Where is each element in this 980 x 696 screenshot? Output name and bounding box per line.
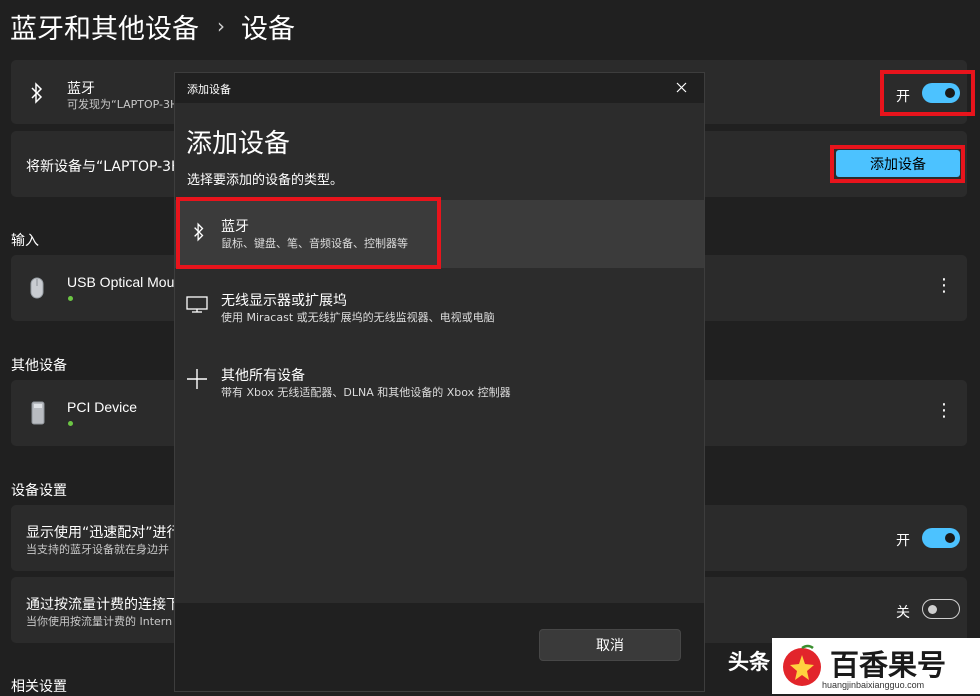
- metered-toggle[interactable]: [922, 599, 960, 619]
- add-device-dialog: 添加设备 添加设备 选择要添加的设备的类型。 蓝牙 鼠标、键盘、笔、音频设备、控…: [174, 72, 705, 692]
- breadcrumb: 蓝牙和其他设备 › 设备: [10, 6, 295, 46]
- option-wireless-subtitle: 使用 Miracast 或无线扩展坞的无线监视器、电视或电脑: [221, 311, 495, 324]
- mouse-icon: [30, 277, 44, 299]
- metered-subtitle: 当你使用按流量计费的 Intern: [26, 615, 173, 628]
- dialog-footer: 取消: [175, 603, 704, 691]
- mouse-status-dot: [68, 296, 73, 301]
- section-input: 输入: [11, 233, 39, 249]
- dialog-description: 选择要添加的设备的类型。: [187, 173, 344, 188]
- dialog-heading: 添加设备: [186, 129, 291, 159]
- breadcrumb-separator: ›: [217, 14, 225, 38]
- dialog-title-bar: 添加设备: [175, 73, 704, 103]
- option-wireless-title: 无线显示器或扩展坞: [221, 293, 347, 309]
- section-other-devices: 其他设备: [11, 358, 67, 374]
- pci-status-dot: [68, 421, 73, 426]
- plus-icon: [187, 369, 207, 389]
- metered-title: 通过按流量计费的连接下: [26, 597, 180, 613]
- page-title: 设备: [241, 13, 295, 45]
- passion-fruit-icon: [783, 644, 821, 686]
- monitor-icon: [186, 296, 208, 313]
- bluetooth-toggle[interactable]: [922, 83, 960, 103]
- option-everything-subtitle: 带有 Xbox 无线适配器、DLNA 和其他设备的 Xbox 控制器: [221, 386, 511, 399]
- bluetooth-icon: [31, 82, 43, 104]
- option-everything-title: 其他所有设备: [221, 368, 305, 384]
- pci-more-icon[interactable]: ⋮: [935, 400, 953, 421]
- cancel-button[interactable]: 取消: [539, 629, 681, 661]
- pci-device-name: PCI Device: [67, 399, 138, 415]
- watermark-url: huangjinbaixiangguo.com: [822, 680, 925, 690]
- option-wireless-display[interactable]: 无线显示器或扩展坞 使用 Miracast 或无线扩展坞的无线监视器、电视或电脑: [175, 274, 704, 342]
- mouse-more-icon[interactable]: ⋮: [935, 275, 953, 296]
- watermark-brand: 百香果号: [830, 648, 947, 682]
- swift-pair-title: 显示使用“迅速配对”进行: [26, 525, 181, 541]
- bluetooth-subtitle: 可发现为“LAPTOP-3H: [67, 98, 179, 111]
- breadcrumb-parent[interactable]: 蓝牙和其他设备: [10, 7, 199, 46]
- swift-pair-subtitle: 当支持的蓝牙设备就在身边并: [26, 543, 169, 556]
- swift-pair-toggle[interactable]: [922, 528, 960, 548]
- section-related-settings: 相关设置: [11, 679, 67, 695]
- section-device-settings: 设备设置: [11, 483, 67, 499]
- close-icon[interactable]: [676, 82, 687, 93]
- bluetooth-title: 蓝牙: [67, 81, 95, 97]
- metered-state-label: 关: [896, 605, 910, 621]
- bluetooth-state-label: 开: [896, 89, 910, 105]
- option-bluetooth-highlight: [176, 197, 441, 269]
- swift-pair-state-label: 开: [896, 533, 910, 549]
- pci-device-icon: [31, 401, 45, 425]
- watermark-partial-text: 头条: [728, 650, 770, 674]
- dialog-window-title: 添加设备: [187, 83, 231, 96]
- pair-device-text: 将新设备与“LAPTOP-3HV: [26, 159, 192, 175]
- add-device-button[interactable]: 添加设备: [836, 150, 960, 177]
- mouse-device-name: USB Optical Mous: [67, 274, 182, 290]
- watermark-logo: 百香果号 huangjinbaixiangguo.com: [772, 638, 980, 694]
- option-everything-else[interactable]: 其他所有设备 带有 Xbox 无线适配器、DLNA 和其他设备的 Xbox 控制…: [175, 349, 704, 417]
